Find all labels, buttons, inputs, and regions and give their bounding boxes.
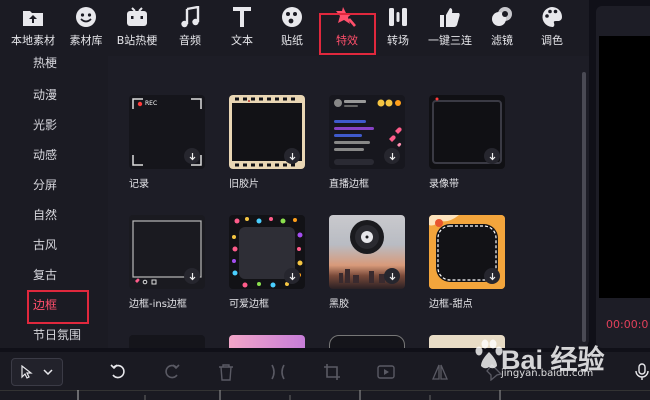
effect-card-vinyl[interactable]: 黑胶 <box>329 215 405 310</box>
tab-transition[interactable]: 转场 <box>380 4 416 54</box>
effect-thumb-cute-border <box>229 215 305 289</box>
sidebar-item-split-screen[interactable]: 分屏 <box>33 176 57 193</box>
mirror-button[interactable] <box>430 362 450 382</box>
effect-card-record[interactable]: REC 记录 <box>129 95 205 190</box>
cursor-icon <box>21 365 33 379</box>
tab-local-media[interactable]: 本地素材 <box>6 4 60 54</box>
text-t-icon <box>229 4 255 30</box>
transition-icon <box>385 4 411 30</box>
split-icon <box>271 364 285 380</box>
rec-badge: REC <box>145 100 158 107</box>
chevron-down-icon <box>43 369 53 375</box>
pointer-tool-select[interactable] <box>11 358 63 386</box>
thumbs-up-icon <box>437 4 463 30</box>
effect-card-ins-border[interactable]: 边框-ins边框 <box>129 215 205 310</box>
category-toolbar: 本地素材 素材库 B站热梗 音频 文本 贴纸 特效 转场 一键三连 滤镜 调色 <box>0 0 589 56</box>
palette-icon <box>539 4 565 30</box>
effect-thumb-dessert-border <box>429 215 505 289</box>
effect-card-partial[interactable] <box>329 335 405 348</box>
crop-icon <box>324 364 340 380</box>
baidu-paw-icon <box>475 339 503 369</box>
play-frame-icon <box>377 365 395 379</box>
effect-thumb-record: REC <box>129 95 205 169</box>
effect-caption: 直播边框 <box>329 179 369 190</box>
effect-thumb-video-tape <box>429 95 505 169</box>
effect-caption: 边框-甜点 <box>429 299 473 310</box>
effect-thumb-vinyl <box>329 215 405 289</box>
download-icon[interactable] <box>184 268 200 284</box>
upload-folder-icon <box>20 4 46 30</box>
tab-material-library[interactable]: 素材库 <box>64 4 108 54</box>
effects-scrollbar[interactable] <box>582 72 586 342</box>
watermark-url: jingyan.baidu.com <box>501 368 594 379</box>
download-icon[interactable] <box>284 268 300 284</box>
effect-caption: 可爱边框 <box>229 299 269 310</box>
download-icon[interactable] <box>484 268 500 284</box>
sidebar-item-anime[interactable]: 动漫 <box>33 86 57 103</box>
tab-filter[interactable]: 滤镜 <box>484 4 520 54</box>
freeze-frame-button[interactable] <box>376 362 396 382</box>
delete-button[interactable] <box>216 362 236 382</box>
timeline-ruler[interactable] <box>0 390 650 400</box>
effect-card-video-tape[interactable]: 录像带 <box>429 95 505 190</box>
effect-card-partial[interactable] <box>229 335 305 348</box>
tab-text[interactable]: 文本 <box>222 4 262 54</box>
sidebar-item-ancient[interactable]: 古风 <box>33 236 57 253</box>
tab-audio[interactable]: 音频 <box>170 4 210 54</box>
effect-caption: 黑胶 <box>329 299 349 310</box>
sticker-face-icon <box>279 4 305 30</box>
effect-card-dessert-border[interactable]: 边框-甜点 <box>429 215 505 310</box>
download-icon[interactable] <box>384 268 400 284</box>
crop-button[interactable] <box>322 362 342 382</box>
sidebar-item-memes[interactable]: 热梗 <box>33 56 57 71</box>
effect-thumb-live-frame <box>329 95 405 169</box>
preview-screen <box>599 36 650 298</box>
smile-icon <box>73 4 99 30</box>
undo-icon <box>110 364 125 379</box>
effect-thumb-ins-border <box>129 215 205 289</box>
music-note-icon <box>177 4 203 30</box>
mirror-icon <box>432 364 448 380</box>
download-icon[interactable] <box>184 148 200 164</box>
tab-bilibili-memes[interactable]: B站热梗 <box>112 4 162 54</box>
baidu-watermark: Bai 经验 jingyan.baidu.com <box>471 335 641 385</box>
tab-color-grading[interactable]: 调色 <box>534 4 570 54</box>
redo-button[interactable] <box>162 362 182 382</box>
effect-card-old-film[interactable]: 旧胶片 <box>229 95 305 190</box>
effect-caption: 录像带 <box>429 179 459 190</box>
effect-caption: 记录 <box>129 179 149 190</box>
effect-category-sidebar: 热梗 动漫 光影 动感 分屏 自然 古风 复古 边框 节日氛围 <box>0 56 108 348</box>
effects-tab-highlight <box>319 13 376 55</box>
effects-grid: REC 记录 旧胶片 直播边框 录像带 边框-ins边框 可爱边框 黑胶 边框-… <box>108 56 589 348</box>
effect-card-cute-border[interactable]: 可爱边框 <box>229 215 305 310</box>
download-icon[interactable] <box>384 148 400 164</box>
trash-icon <box>219 364 233 381</box>
download-icon[interactable] <box>484 148 500 164</box>
redo-icon <box>165 364 180 379</box>
filter-icon <box>489 4 515 30</box>
border-item-highlight <box>27 290 89 324</box>
undo-button[interactable] <box>108 362 128 382</box>
effect-card-partial[interactable] <box>129 335 205 348</box>
effect-caption: 边框-ins边框 <box>129 299 187 310</box>
sidebar-item-nature[interactable]: 自然 <box>33 206 57 223</box>
sidebar-item-retro[interactable]: 复古 <box>33 266 57 283</box>
effect-thumb-old-film <box>229 95 305 169</box>
download-icon[interactable] <box>284 148 300 164</box>
preview-timecode: 00:00:0 <box>606 318 649 331</box>
tab-sticker[interactable]: 贴纸 <box>272 4 312 54</box>
effect-card-live-frame[interactable]: 直播边框 <box>329 95 405 190</box>
sidebar-item-light[interactable]: 光影 <box>33 116 57 133</box>
tab-triple-like[interactable]: 一键三连 <box>422 4 478 54</box>
sidebar-item-dynamic[interactable]: 动感 <box>33 146 57 163</box>
split-button[interactable] <box>268 362 288 382</box>
sidebar-item-festival[interactable]: 节日氛围 <box>33 326 81 343</box>
effect-caption: 旧胶片 <box>229 179 259 190</box>
material-panel: 本地素材 素材库 B站热梗 音频 文本 贴纸 特效 转场 一键三连 滤镜 调色 … <box>0 0 589 348</box>
bilibili-tv-icon <box>124 4 150 30</box>
